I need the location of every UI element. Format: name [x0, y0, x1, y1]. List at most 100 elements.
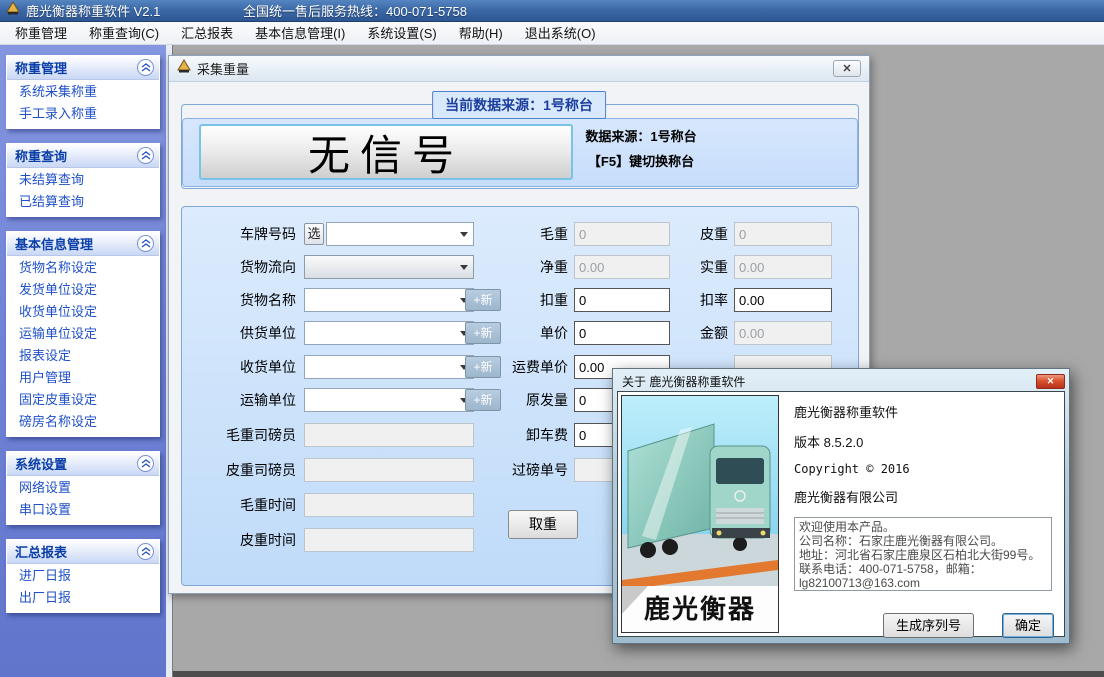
transport-label: 运输单位	[182, 388, 296, 412]
about-company: 鹿光衡器有限公司	[794, 487, 1062, 506]
window-logo-icon	[177, 59, 191, 78]
sidebar-item-outbound-daily-report[interactable]: 出厂日报	[7, 587, 159, 609]
unit-price-label: 单价	[468, 321, 568, 345]
panel-title: 系统设置	[15, 454, 67, 473]
supplier-combobox[interactable]	[304, 321, 474, 345]
tare-time-field	[304, 528, 474, 552]
generate-serial-button[interactable]: 生成序列号	[883, 613, 974, 638]
panel-title: 汇总报表	[15, 542, 67, 561]
collapse-chevron-icon[interactable]	[137, 455, 154, 472]
close-icon[interactable]: ✕	[1036, 374, 1065, 389]
about-note-line: lg82100713@163.com	[799, 576, 1047, 590]
sidebar-item-network-settings[interactable]: 网络设置	[7, 477, 159, 499]
collect-weight-titlebar[interactable]: 采集重量 ✕	[169, 56, 869, 82]
truck-photo: 鹿光衡器	[621, 395, 779, 633]
menu-exit[interactable]: 退出系统(O)	[514, 23, 607, 44]
sidebar-item-receiver-setting[interactable]: 收货单位设定	[7, 301, 159, 323]
menu-system-settings[interactable]: 系统设置(S)	[356, 23, 447, 44]
sidebar-header-system-settings[interactable]: 系统设置	[7, 452, 159, 476]
sidebar-item-inbound-daily-report[interactable]: 进厂日报	[7, 565, 159, 587]
menu-weigh-management[interactable]: 称重管理	[4, 23, 78, 44]
transport-combobox[interactable]	[304, 388, 474, 412]
sidebar-header-weigh-query[interactable]: 称重查询	[7, 144, 159, 168]
cargo-name-label: 货物名称	[182, 288, 296, 312]
tare-weight-label: 皮重	[628, 222, 728, 246]
tare-operator-field	[304, 458, 474, 482]
deduct-rate-field[interactable]	[734, 288, 832, 312]
sidebar-item-cargo-name-setting[interactable]: 货物名称设定	[7, 257, 159, 279]
sidebar-panel-system-settings: 系统设置 网络设置 串口设置	[6, 451, 160, 525]
sidebar-header-weigh-management[interactable]: 称重管理	[7, 56, 159, 80]
tare-weight-field	[734, 222, 832, 246]
take-weight-button[interactable]: 取重	[508, 510, 578, 539]
deduct-weight-label: 扣重	[468, 288, 568, 312]
cargo-flow-combobox[interactable]	[304, 255, 474, 279]
receiver-label: 收货单位	[182, 355, 296, 379]
menu-bar: 称重管理 称重查询(C) 汇总报表 基本信息管理(I) 系统设置(S) 帮助(H…	[0, 22, 1104, 45]
plate-number-combobox[interactable]	[326, 222, 474, 246]
menu-basic-info[interactable]: 基本信息管理(I)	[244, 23, 356, 44]
about-titlebar[interactable]: 关于 鹿光衡器称重软件 ✕	[617, 372, 1065, 391]
freight-unit-price-label: 运费单价	[468, 355, 568, 379]
receiver-combobox[interactable]	[304, 355, 474, 379]
about-client: 鹿光衡器 鹿光衡器称重软件 版本 8.5.2.0 Copyright © 201…	[617, 391, 1065, 637]
sidebar-header-summary-reports[interactable]: 汇总报表	[7, 540, 159, 564]
sidebar-item-transport-setting[interactable]: 运输单位设定	[7, 323, 159, 345]
data-source-banner: 当前数据来源：1号称台	[432, 91, 606, 119]
about-notes: 欢迎使用本产品。 公司名称：石家庄鹿光衡器有限公司。 地址：河北省石家庄鹿泉区石…	[794, 517, 1052, 591]
sidebar-item-shipper-setting[interactable]: 发货单位设定	[7, 279, 159, 301]
menu-weigh-query[interactable]: 称重查询(C)	[78, 23, 170, 44]
collapse-chevron-icon[interactable]	[137, 543, 154, 560]
sidebar-item-serial-port-settings[interactable]: 串口设置	[7, 499, 159, 521]
app-title: 鹿光衡器称重软件 V2.1	[26, 1, 160, 20]
original-qty-label: 原发量	[468, 388, 568, 412]
collapse-chevron-icon[interactable]	[137, 147, 154, 164]
cargo-name-combobox[interactable]	[304, 288, 474, 312]
sidebar-header-basic-info[interactable]: 基本信息管理	[7, 232, 159, 256]
weight-display: 无信号	[199, 124, 573, 180]
collapse-chevron-icon[interactable]	[137, 59, 154, 76]
mdi-bottom-edge	[173, 671, 1104, 677]
hotline-text: 全国统一售后服务热线：400-071-5758	[243, 1, 467, 20]
sidebar-item-user-management[interactable]: 用户管理	[7, 367, 159, 389]
about-note-line: 联系电话：400-071-5758，邮箱：	[799, 562, 1047, 576]
unload-fee-label: 卸车费	[468, 423, 568, 447]
gross-time-field	[304, 493, 474, 517]
close-icon[interactable]: ✕	[833, 60, 861, 77]
about-info: 鹿光衡器称重软件 版本 8.5.2.0 Copyright © 2016 鹿光衡…	[794, 402, 1062, 638]
tare-operator-label: 皮重司磅员	[182, 458, 296, 482]
about-note-line: 欢迎使用本产品。	[799, 520, 1047, 534]
sidebar-item-unsettled-query[interactable]: 未结算查询	[7, 169, 159, 191]
plate-pick-button[interactable]: 选	[304, 223, 324, 245]
sidebar: 称重管理 系统采集称重 手工录入称重 称重查询 未结算查询 已结算查询 基本信息…	[0, 45, 166, 677]
about-note-line: 公司名称：石家庄鹿光衡器有限公司。	[799, 534, 1047, 548]
collapse-chevron-icon[interactable]	[137, 235, 154, 252]
window-title: 采集重量	[197, 59, 249, 78]
sidebar-item-system-collect-weigh[interactable]: 系统采集称重	[7, 81, 159, 103]
sidebar-item-settled-query[interactable]: 已结算查询	[7, 191, 159, 213]
ok-button[interactable]: 确定	[1002, 613, 1054, 638]
source-info: 数据来源：1号称台 【F5】键切换称台	[561, 129, 721, 179]
gross-operator-field	[304, 423, 474, 447]
menu-help[interactable]: 帮助(H)	[448, 23, 514, 44]
menu-summary-report[interactable]: 汇总报表	[170, 23, 244, 44]
truck-caption: 鹿光衡器	[622, 589, 778, 626]
supplier-label: 供货单位	[182, 321, 296, 345]
source-info-line1: 数据来源：1号称台	[561, 129, 721, 145]
app-titlebar: 鹿光衡器称重软件 V2.1 全国统一售后服务热线：400-071-5758	[0, 0, 1104, 22]
tare-time-label: 皮重时间	[182, 528, 296, 552]
sidebar-item-manual-entry-weigh[interactable]: 手工录入称重	[7, 103, 159, 125]
sidebar-panel-weigh-management: 称重管理 系统采集称重 手工录入称重	[6, 55, 160, 129]
about-title: 关于 鹿光衡器称重软件	[617, 373, 745, 390]
app-logo-icon	[6, 1, 20, 20]
sidebar-panel-weigh-query: 称重查询 未结算查询 已结算查询	[6, 143, 160, 217]
source-info-line2: 【F5】键切换称台	[561, 154, 721, 170]
panel-title: 称重管理	[15, 58, 67, 77]
sidebar-panel-basic-info: 基本信息管理 货物名称设定 发货单位设定 收货单位设定 运输单位设定 报表设定 …	[6, 231, 160, 437]
sidebar-item-weighhouse-name-setting[interactable]: 磅房名称设定	[7, 411, 159, 433]
sidebar-item-report-setting[interactable]: 报表设定	[7, 345, 159, 367]
sidebar-item-fixed-tare-setting[interactable]: 固定皮重设定	[7, 389, 159, 411]
panel-title: 称重查询	[15, 146, 67, 165]
actual-weight-field	[734, 255, 832, 279]
net-weight-label: 净重	[468, 255, 568, 279]
